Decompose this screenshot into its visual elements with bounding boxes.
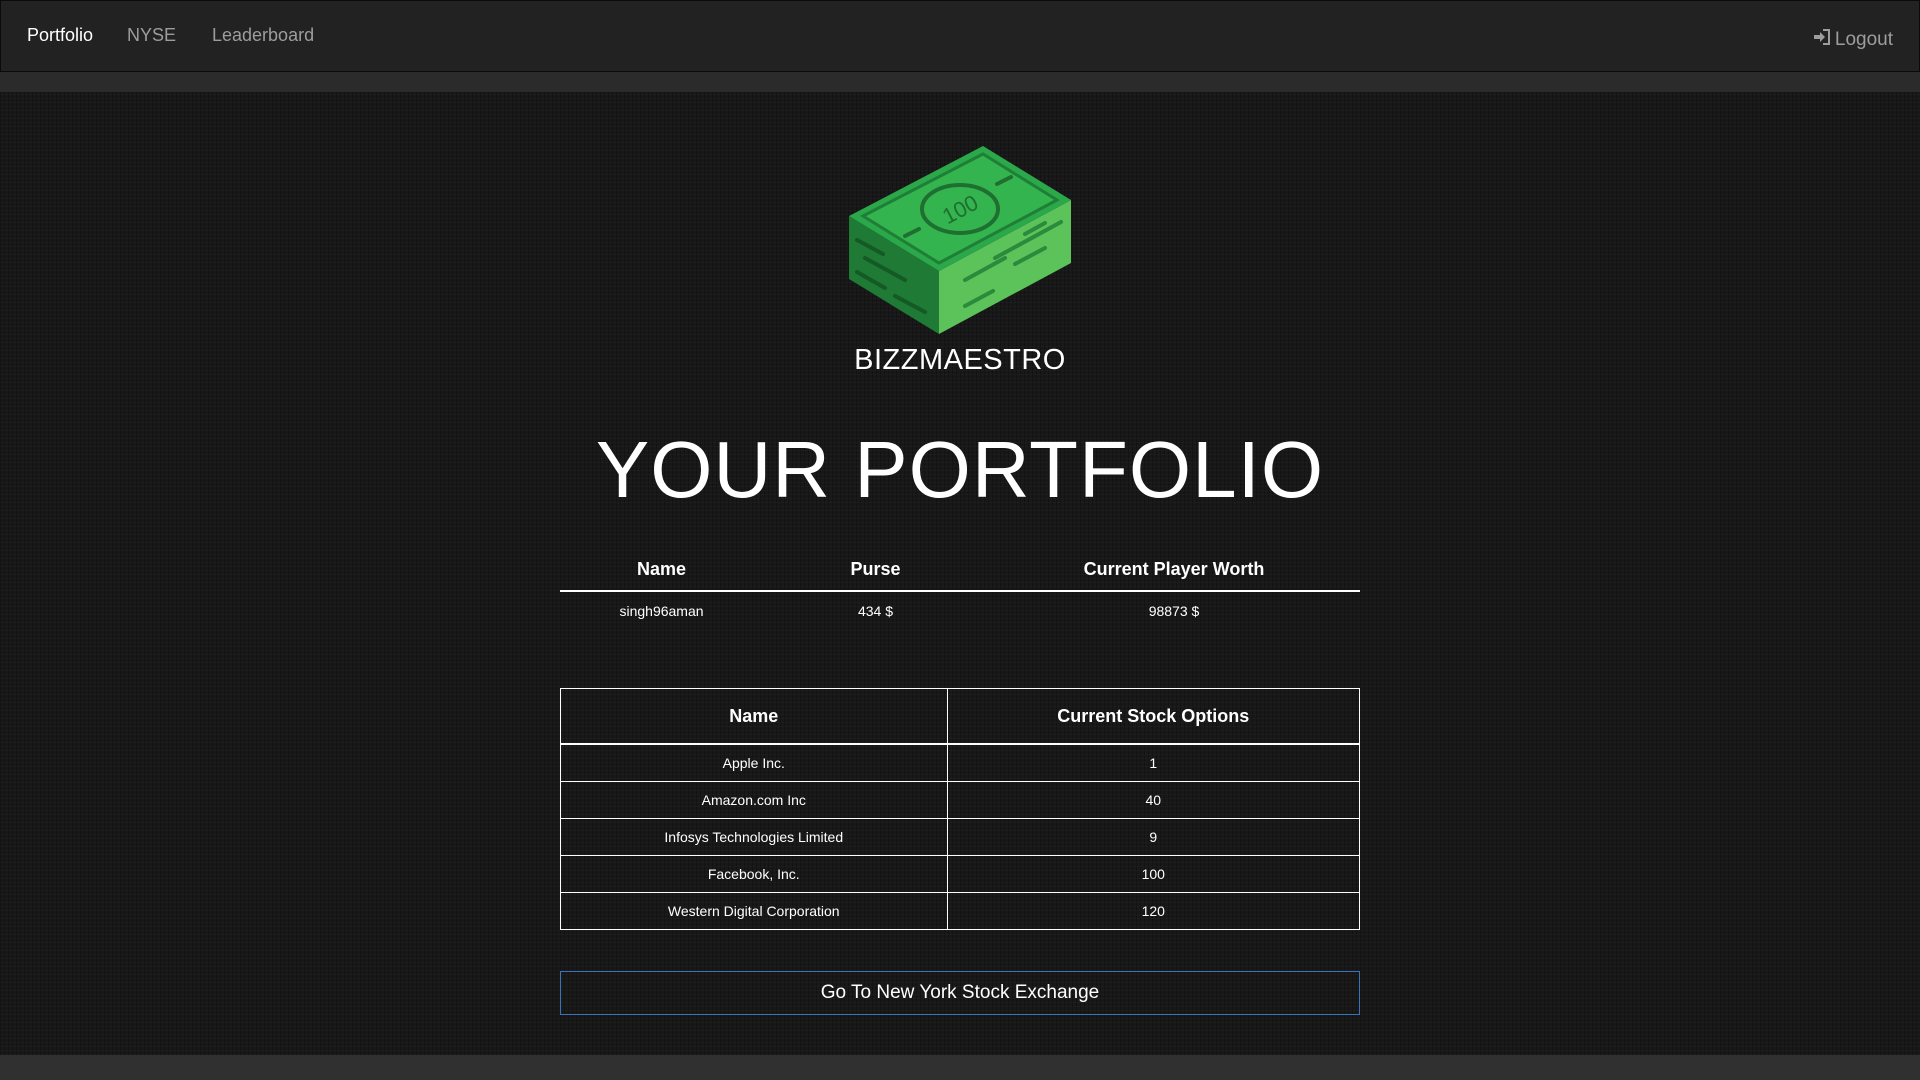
table-row: Infosys Technologies Limited 9 [560,818,1361,856]
brand-name: BIZZMAESTRO [854,344,1066,376]
stock-quantity: 9 [946,818,1361,856]
page-title: YOUR PORTFOLIO [595,425,1325,514]
sign-in-icon [1812,27,1832,53]
table-row: singh96aman 434 $ 98873 $ [560,591,1360,630]
stock-quantity: 40 [946,781,1361,819]
logout-button[interactable]: Logout [1812,27,1893,53]
table-row: Western Digital Corporation 120 [560,892,1361,930]
stock-name: Apple Inc. [560,743,948,782]
stock-quantity: 100 [946,855,1361,893]
column-header-name: Name [560,548,763,592]
money-stack-icon: 100 [849,146,1071,334]
logout-label: Logout [1834,29,1893,50]
nav-item-leaderboard[interactable]: Leaderboard [212,25,314,46]
stock-quantity: 1 [946,743,1361,782]
stock-name: Western Digital Corporation [560,892,948,930]
column-header-stock-options: Current Stock Options [946,688,1361,745]
table-row: Facebook, Inc. 100 [560,855,1361,893]
stock-name: Facebook, Inc. [560,855,948,893]
column-header-stock-name: Name [560,688,948,745]
nav-item-portfolio[interactable]: Portfolio [27,25,93,46]
column-header-purse: Purse [763,548,988,592]
column-header-player-worth: Current Player Worth [988,548,1360,592]
player-summary-table: Name Purse Current Player Worth singh96a… [560,548,1360,630]
footer-bar [0,1055,1920,1080]
table-header-row: Name Purse Current Player Worth [560,548,1360,592]
stock-name: Amazon.com Inc [560,781,948,819]
stock-holdings-table: Name Current Stock Options Apple Inc. 1 … [560,688,1361,930]
stock-quantity: 120 [946,892,1361,930]
stock-name: Infosys Technologies Limited [560,818,948,856]
table-row: Amazon.com Inc 40 [560,781,1361,819]
navbar-spacer [0,72,1920,92]
table-header-row: Name Current Stock Options [560,688,1361,745]
nav-item-nyse[interactable]: NYSE [127,25,176,46]
player-name: singh96aman [619,603,704,619]
player-purse: 434 $ [857,603,894,619]
player-worth: 98873 $ [1148,603,1200,619]
table-row: Apple Inc. 1 [560,743,1361,782]
go-to-nyse-button[interactable]: Go To New York Stock Exchange [560,971,1360,1015]
top-navbar: Portfolio NYSE Leaderboard Logout [0,0,1920,72]
